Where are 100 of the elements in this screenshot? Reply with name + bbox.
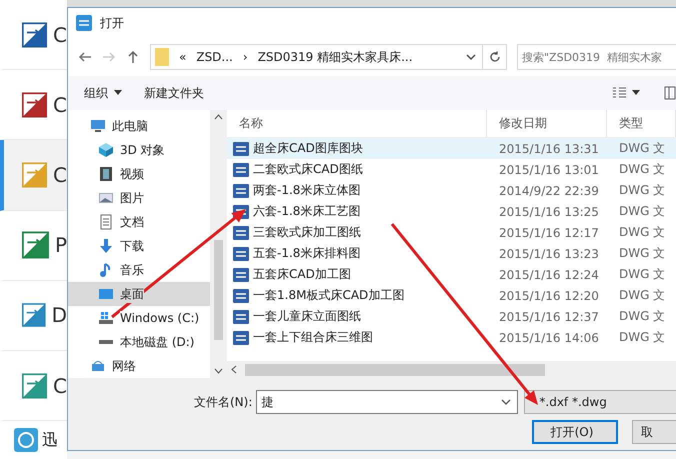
- file-type: DWG 文: [618, 182, 666, 199]
- file-name: 六套-1.8米床工艺图: [253, 203, 360, 220]
- nav-item[interactable]: 网络: [68, 354, 210, 378]
- file-date: 2015/1/16 12:37: [498, 310, 600, 324]
- organize-button[interactable]: 组织: [84, 84, 122, 102]
- file-type: DWG 文: [618, 266, 666, 283]
- caret-icon: [114, 90, 122, 96]
- nav-item[interactable]: 音乐: [68, 258, 210, 282]
- file-name: 一套1.8M板式床CAD加工图: [253, 287, 404, 304]
- cad-file-icon: [233, 162, 249, 178]
- file-date: 2015/1/16 13:23: [498, 246, 600, 260]
- converter-icon: [22, 230, 49, 260]
- document-icon: [98, 214, 114, 230]
- app-list-item[interactable]: C: [0, 140, 67, 211]
- cad-file-icon: [233, 330, 249, 346]
- chevron-down-icon[interactable]: [466, 52, 476, 62]
- file-name: 二套欧式床CAD图纸: [253, 161, 363, 178]
- file-date: 2015/1/16 14:06: [498, 330, 600, 344]
- file-row[interactable]: 两套-1.8米床立体图 2014/9/22 22:39 DWG 文: [227, 180, 676, 201]
- file-type: DWG 文: [618, 161, 666, 178]
- cad-file-icon: [233, 246, 249, 262]
- cad-file-icon: [233, 266, 249, 282]
- scrollbar[interactable]: [210, 110, 227, 378]
- cad-file-icon: [233, 288, 249, 304]
- converter-icon: [22, 160, 48, 190]
- column-header[interactable]: 类型: [607, 110, 676, 137]
- file-date: 2015/1/16 12:24: [498, 268, 600, 282]
- chevron-left-icon[interactable]: [231, 365, 237, 374]
- file-type-filter[interactable]: *.dxf *.dwg: [524, 390, 676, 414]
- nav-item[interactable]: Windows (C:): [68, 306, 210, 330]
- view-options-icon[interactable]: [612, 87, 642, 99]
- file-date: 2015/1/16 13:25: [498, 204, 600, 218]
- nav-item[interactable]: 此电脑: [68, 114, 210, 138]
- app-icon: [76, 15, 92, 31]
- file-row[interactable]: 五套床CAD加工图 2015/1/16 12:24 DWG 文: [227, 264, 676, 285]
- filename-field[interactable]: 捷: [256, 390, 518, 414]
- nav-item[interactable]: 本地磁盘 (D:): [68, 330, 210, 354]
- file-date: 2015/1/16 13:31: [498, 142, 600, 156]
- file-name: 五套-1.8米床排料图: [253, 245, 360, 262]
- breadcrumb-item[interactable]: ZSD...: [196, 50, 233, 64]
- download-icon: [98, 238, 114, 254]
- converter-icon: [22, 20, 48, 50]
- chevron-down-icon[interactable]: [214, 368, 223, 374]
- refresh-icon: [488, 51, 500, 63]
- chevron-up-icon[interactable]: [214, 114, 223, 120]
- search-field[interactable]: 搜索"ZSD0319 精细实木家: [517, 44, 676, 70]
- scrollbar[interactable]: [227, 361, 676, 378]
- nav-item[interactable]: 3D 对象: [68, 138, 210, 162]
- file-type: DWG 文: [618, 329, 666, 346]
- address-bar[interactable]: « ZSD... › ZSD0319 精细实木家具床...: [150, 44, 483, 70]
- cad-file-icon: [233, 182, 249, 198]
- network-icon: [90, 358, 106, 374]
- file-name: 超全床CAD图库图块: [253, 140, 363, 157]
- breadcrumb-item[interactable]: ZSD0319 精细实木家具床...: [258, 48, 413, 66]
- computer-icon: [90, 118, 106, 134]
- chevron-down-icon[interactable]: [501, 397, 512, 407]
- app-logo-icon: [14, 428, 38, 452]
- file-type: DWG 文: [618, 245, 666, 262]
- column-header[interactable]: 修改日期: [487, 110, 607, 137]
- file-name: 三套欧式床加工图纸: [253, 224, 361, 241]
- cad-file-icon: [233, 224, 249, 240]
- scrollbar-thumb[interactable]: [245, 364, 545, 376]
- nav-item[interactable]: 文档: [68, 210, 210, 234]
- new-folder-button[interactable]: 新建文件夹: [144, 84, 204, 102]
- file-type: DWG 文: [618, 287, 666, 304]
- folder-icon: [155, 48, 169, 66]
- converter-icon: [22, 90, 48, 120]
- breadcrumb-item[interactable]: ›: [242, 50, 248, 64]
- window-title: 打开: [100, 14, 124, 32]
- file-row[interactable]: 二套欧式床CAD图纸 2015/1/16 13:01 DWG 文: [227, 159, 676, 180]
- cancel-button[interactable]: 取: [632, 420, 676, 444]
- nav-item[interactable]: 下载: [68, 234, 210, 258]
- file-row[interactable]: 超全床CAD图库图块 2015/1/16 13:31 DWG 文: [227, 138, 676, 159]
- file-type: DWG 文: [618, 140, 666, 157]
- file-type: DWG 文: [618, 203, 666, 220]
- up-icon[interactable]: [126, 50, 140, 64]
- cad-file-icon: [233, 140, 249, 156]
- file-row[interactable]: 三套欧式床加工图纸 2015/1/16 12:17 DWG 文: [227, 222, 676, 243]
- preview-pane-icon[interactable]: [664, 86, 676, 100]
- column-header[interactable]: 名称: [227, 110, 487, 137]
- breadcrumb-item[interactable]: «: [179, 50, 186, 64]
- file-name: 一套儿童床立面图纸: [253, 308, 361, 325]
- file-name: 一套上下组合床三维图: [253, 329, 373, 346]
- file-row[interactable]: 一套上下组合床三维图 2015/1/16 14:06 DWG 文: [227, 327, 676, 348]
- drive-icon: [98, 340, 114, 344]
- app-list-item[interactable]: P: [0, 210, 67, 281]
- nav-item[interactable]: 视频: [68, 162, 210, 186]
- cube-icon: [98, 142, 114, 158]
- back-icon[interactable]: [78, 50, 92, 64]
- nav-item[interactable]: 图片: [68, 186, 210, 210]
- file-date: 2014/9/22 22:39: [498, 184, 600, 198]
- nav-item[interactable]: 桌面: [68, 282, 210, 306]
- refresh-button[interactable]: [483, 44, 507, 70]
- file-row[interactable]: 五套-1.8米床排料图 2015/1/16 13:23 DWG 文: [227, 243, 676, 264]
- open-button[interactable]: 打开(O): [532, 420, 618, 444]
- image-icon: [98, 190, 114, 206]
- file-row[interactable]: 一套儿童床立面图纸 2015/1/16 12:37 DWG 文: [227, 306, 676, 327]
- scrollbar-thumb[interactable]: [214, 240, 223, 340]
- filename-label: 文件名(N):: [194, 394, 252, 410]
- file-row[interactable]: 一套1.8M板式床CAD加工图 2015/1/16 12:20 DWG 文: [227, 285, 676, 306]
